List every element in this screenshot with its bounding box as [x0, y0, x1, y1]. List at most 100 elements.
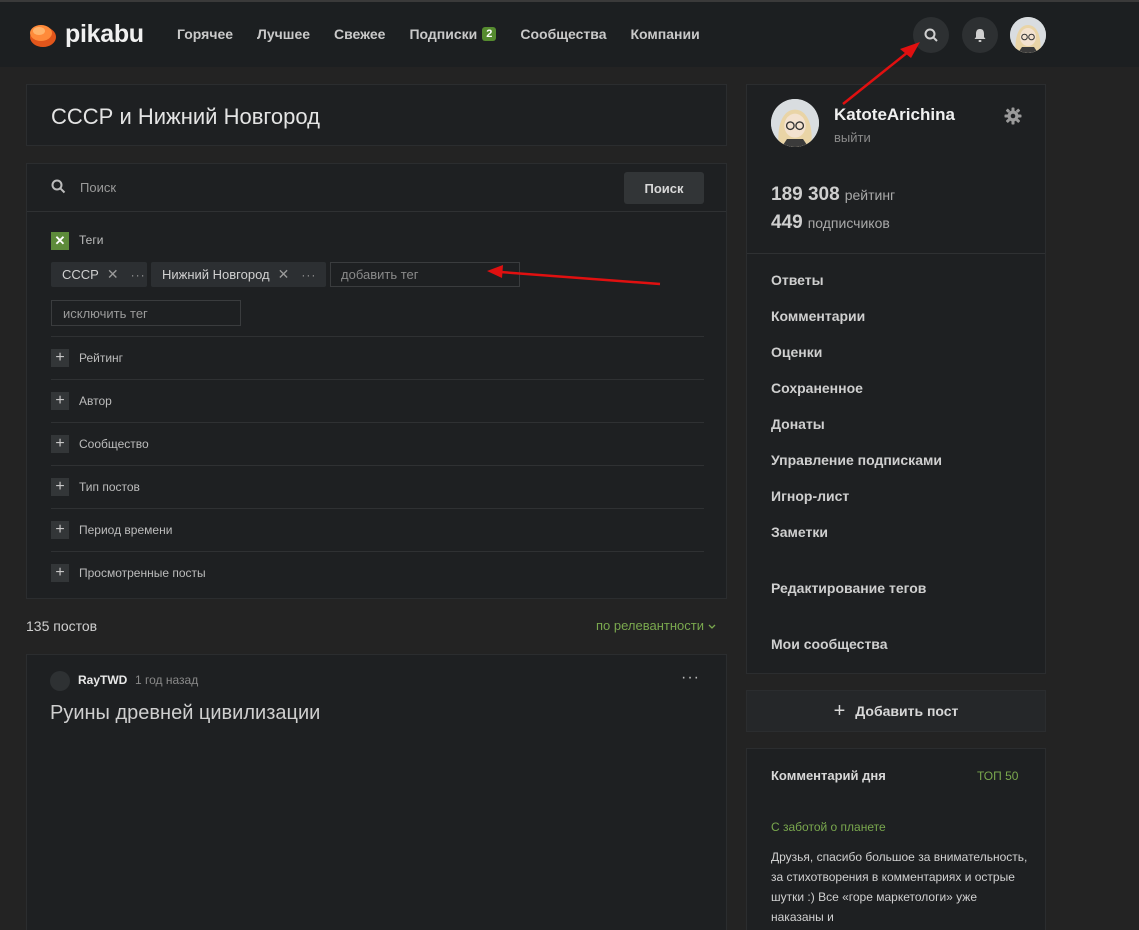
- profile-card: KatoteArichina выйти 189 308 рейтинг 449 п…: [746, 84, 1046, 674]
- tag-more-icon[interactable]: ···: [301, 268, 316, 282]
- top-50-link[interactable]: ТОП 50: [977, 769, 1018, 783]
- filter-label: Автор: [79, 394, 112, 408]
- nav-companies[interactable]: Компании: [631, 26, 700, 42]
- divider: [747, 253, 1045, 254]
- nav-companies-label: Компании: [630, 26, 700, 42]
- avatar-image: [771, 99, 819, 147]
- subscribers-stat: 449 подписчиков: [771, 212, 890, 234]
- nav-best[interactable]: Лучшее: [257, 26, 310, 42]
- page-title: СССР и Нижний Новгород: [51, 104, 320, 129]
- filter-label: Тип постов: [79, 480, 140, 494]
- subscribers-label: подписчиков: [807, 215, 890, 231]
- plus-icon: +: [51, 521, 69, 539]
- tag-chip-label: СССР: [62, 267, 99, 282]
- filter-time-period[interactable]: + Период времени: [51, 508, 704, 551]
- nav-subscriptions[interactable]: Подписки 2: [409, 26, 497, 42]
- filter-rating[interactable]: + Рейтинг: [51, 336, 704, 379]
- plus-icon: +: [51, 349, 69, 367]
- sort-dropdown[interactable]: по релевантности: [596, 618, 716, 633]
- post-title[interactable]: Руины древней цивилизации: [50, 702, 320, 725]
- menu-ignore-list[interactable]: Игнор-лист: [771, 488, 849, 504]
- add-post-label: Добавить пост: [855, 703, 959, 719]
- filter-author[interactable]: + Автор: [51, 379, 704, 422]
- menu-my-communities[interactable]: Мои сообщества: [771, 636, 888, 652]
- filter-label: Просмотренные посты: [79, 566, 206, 580]
- menu-comments[interactable]: Комментарии: [771, 308, 865, 324]
- filter-label: Период времени: [79, 523, 173, 537]
- posts-count: 135 постов: [26, 618, 98, 634]
- tag-chip-nizhny: Нижний Новгород ✕ ···: [151, 262, 326, 287]
- nav-subscriptions-label: Подписки: [409, 26, 478, 42]
- plus-icon: +: [51, 392, 69, 410]
- rating-stat: 189 308 рейтинг: [771, 184, 895, 206]
- menu-saved[interactable]: Сохраненное: [771, 380, 863, 396]
- tags-checkbox[interactable]: ✕: [51, 232, 69, 250]
- filter-viewed-posts[interactable]: + Просмотренные посты: [51, 551, 704, 594]
- nav-best-label: Лучшее: [257, 26, 311, 42]
- menu-manage-subscriptions[interactable]: Управление подписками: [771, 452, 942, 468]
- profile-username[interactable]: KatoteArichina: [834, 105, 955, 125]
- rating-value: 189 308: [771, 184, 840, 205]
- subscribers-value: 449: [771, 212, 803, 233]
- search-button[interactable]: Поиск: [624, 172, 704, 204]
- menu-edit-tags[interactable]: Редактирование тегов: [771, 580, 926, 596]
- menu-notes[interactable]: Заметки: [771, 524, 828, 540]
- nav-communities[interactable]: Сообщества: [520, 26, 606, 42]
- search-row: Поиск Поиск: [27, 164, 726, 212]
- more-icon[interactable]: ···: [681, 669, 700, 687]
- comment-text: Друзья, спасибо большое за внимательност…: [771, 850, 1028, 924]
- logo-text: pikabu: [65, 20, 144, 48]
- post-author-avatar[interactable]: [50, 671, 70, 691]
- search-icon: [51, 179, 66, 194]
- menu-donations[interactable]: Донаты: [771, 416, 825, 432]
- tag-chip-ussr: СССР ✕ ···: [51, 262, 147, 287]
- profile-avatar[interactable]: [771, 99, 819, 147]
- filter-label: Сообщество: [79, 437, 149, 451]
- tag-more-icon[interactable]: ···: [131, 268, 146, 282]
- chevron-down-icon: [708, 624, 716, 629]
- gear-icon[interactable]: [1004, 107, 1022, 125]
- search-icon: [924, 28, 938, 42]
- plus-icon: +: [51, 564, 69, 582]
- filter-post-type[interactable]: + Тип постов: [51, 465, 704, 508]
- header-avatar[interactable]: [1010, 17, 1046, 53]
- comment-of-day-title: Комментарий дня: [771, 768, 886, 783]
- post-author[interactable]: RayTWD: [78, 673, 127, 687]
- filter-community[interactable]: + Сообщество: [51, 422, 704, 465]
- header: pikabu Горячее Лучшее Свежее Подписки 2 С…: [0, 2, 1139, 67]
- logo[interactable]: pikabu: [28, 20, 144, 49]
- plus-icon: +: [51, 478, 69, 496]
- page-title-card: СССР и Нижний Новгород: [26, 84, 727, 146]
- nav-fresh[interactable]: Свежее: [334, 26, 385, 42]
- rating-label: рейтинг: [844, 187, 896, 203]
- post-card: RayTWD 1 год назад ··· Руины древней цив…: [26, 654, 727, 930]
- logo-icon: [28, 21, 58, 49]
- header-notifications-button[interactable]: [962, 17, 998, 53]
- nav-hot[interactable]: Горячее: [177, 26, 233, 42]
- header-search-button[interactable]: [913, 17, 949, 53]
- main-nav: Горячее Лучшее Свежее Подписки 2 Сообщест…: [177, 26, 724, 42]
- nav-hot-label: Горячее: [177, 26, 234, 42]
- bell-icon: [974, 28, 986, 42]
- tag-chip-label: Нижний Новгород: [162, 267, 270, 282]
- exclude-tag-input[interactable]: исключить тег: [51, 300, 241, 326]
- logout-link[interactable]: выйти: [834, 130, 871, 145]
- menu-answers[interactable]: Ответы: [771, 272, 824, 288]
- tags-label: Теги: [79, 233, 104, 247]
- menu-ratings[interactable]: Оценки: [771, 344, 822, 360]
- sort-label: по релевантности: [596, 618, 704, 633]
- nav-fresh-label: Свежее: [334, 26, 386, 42]
- add-tag-input[interactable]: добавить тег: [330, 262, 520, 287]
- search-input[interactable]: Поиск: [80, 180, 116, 195]
- comment-post-link[interactable]: С заботой о планете: [771, 820, 886, 834]
- post-time: 1 год назад: [135, 673, 199, 687]
- comment-of-day-card: Комментарий дня ТОП 50 С заботой о плане…: [746, 748, 1046, 930]
- tag-remove-icon[interactable]: ✕: [278, 266, 290, 283]
- add-post-button[interactable]: + Добавить пост: [746, 690, 1046, 732]
- avatar-image: [1010, 17, 1046, 53]
- subscriptions-badge: 2: [482, 27, 497, 41]
- search-panel: Поиск Поиск ✕ Теги СССР ✕ ··· Нижний Нов…: [26, 163, 727, 599]
- tag-remove-icon[interactable]: ✕: [107, 266, 119, 283]
- plus-icon: +: [833, 699, 846, 722]
- filter-label: Рейтинг: [79, 351, 124, 365]
